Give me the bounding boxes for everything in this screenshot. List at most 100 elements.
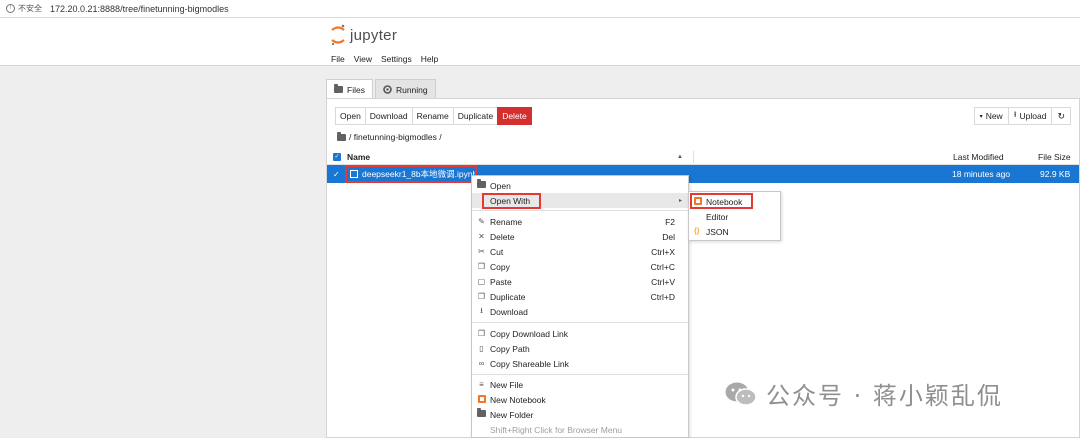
duplicate-icon: ❐ bbox=[477, 292, 486, 301]
submenu-item-label: Editor bbox=[706, 211, 729, 222]
sort-up-icon[interactable]: ▲ bbox=[677, 154, 683, 160]
menu-item-copy-download-link[interactable]: ❐ Copy Download Link bbox=[472, 326, 688, 341]
menu-item-label: Copy Shareable Link bbox=[490, 358, 569, 369]
table-row[interactable]: ✓ deepseekr1_8b本地微调.ipynb 18 minutes ago… bbox=[327, 165, 1079, 183]
json-icon: {} bbox=[694, 228, 700, 235]
menu-item-duplicate[interactable]: ❐ Duplicate Ctrl+D bbox=[472, 289, 688, 304]
menu-view[interactable]: View bbox=[354, 54, 372, 64]
file-list-header: ✓ Name ▲ Last Modified File Size bbox=[327, 149, 1079, 165]
menu-item-browser-menu-hint: Shift+Right Click for Browser Menu bbox=[472, 422, 688, 437]
menu-item-rename[interactable]: ✎ Rename F2 bbox=[472, 214, 688, 229]
submenu-item-json[interactable]: {} JSON bbox=[689, 224, 780, 239]
running-icon bbox=[383, 85, 392, 94]
caret-down-icon: ▾ bbox=[979, 113, 983, 120]
tab-files-label: Files bbox=[347, 84, 365, 95]
menu-item-label: Download bbox=[490, 306, 528, 317]
refresh-button[interactable]: ↻ bbox=[1051, 107, 1071, 125]
delete-button[interactable]: Delete bbox=[497, 107, 532, 125]
menu-help[interactable]: Help bbox=[421, 54, 438, 64]
menu-item-label: Cut bbox=[490, 246, 504, 257]
duplicate-button[interactable]: Duplicate bbox=[452, 107, 499, 125]
menu-item-label: Copy bbox=[490, 261, 510, 272]
upload-icon: ⭱ bbox=[1013, 110, 1017, 119]
watermark-text: 公众号 · 蒋小颖乱侃 bbox=[766, 382, 1003, 410]
menu-item-label: Paste bbox=[490, 276, 512, 287]
menu-item-download[interactable]: ⭳ Download bbox=[472, 304, 688, 319]
open-with-highlight-box bbox=[482, 193, 541, 209]
menu-item-paste[interactable]: ▢ Paste Ctrl+V bbox=[472, 274, 688, 289]
menu-item-copy[interactable]: ❐ Copy Ctrl+C bbox=[472, 259, 688, 274]
tab-bar: Files Running bbox=[326, 79, 436, 99]
menu-item-label: Copy Path bbox=[490, 343, 530, 354]
menu-item-label: Copy Download Link bbox=[490, 328, 568, 339]
jupyter-logo[interactable]: jupyter bbox=[330, 24, 397, 46]
menu-item-label: New Folder bbox=[490, 409, 534, 420]
menu-item-label: Duplicate bbox=[490, 291, 526, 302]
column-file-size[interactable]: File Size bbox=[1038, 152, 1071, 162]
file-toolbar: Open Download Rename Duplicate Delete bbox=[335, 107, 532, 125]
menu-item-new-file[interactable]: ≡ New File bbox=[472, 377, 688, 392]
select-all-checkbox[interactable]: ✓ bbox=[333, 153, 341, 161]
security-warning[interactable]: ! 不安全 bbox=[6, 3, 42, 14]
column-name[interactable]: Name bbox=[347, 152, 370, 162]
menu-item-copy-path[interactable]: ▯ Copy Path bbox=[472, 341, 688, 356]
tab-running[interactable]: Running bbox=[374, 79, 436, 99]
refresh-icon: ↻ bbox=[1057, 110, 1065, 121]
shortcut-label: F2 bbox=[665, 216, 675, 227]
upload-button[interactable]: ⭱ Upload bbox=[1007, 107, 1053, 125]
new-button-label: New bbox=[985, 111, 1003, 121]
context-menu: Open Open With ▸ ✎ Rename F2 ✕ Delete De… bbox=[471, 175, 689, 438]
browser-address-bar[interactable]: ! 不安全 172.20.0.21:8888/tree/finetunning-… bbox=[0, 0, 1080, 18]
link-icon: ∞ bbox=[478, 359, 485, 368]
download-icon: ⭳ bbox=[480, 305, 483, 315]
jupyter-logo-icon bbox=[330, 24, 346, 46]
open-with-submenu: Notebook Editor {} JSON bbox=[688, 191, 781, 241]
folder-icon bbox=[334, 84, 343, 93]
shortcut-label: Ctrl+C bbox=[650, 261, 675, 272]
url-text[interactable]: 172.20.0.21:8888/tree/finetunning-bigmod… bbox=[50, 4, 229, 14]
folder-icon[interactable] bbox=[337, 131, 346, 141]
column-last-modified[interactable]: Last Modified bbox=[953, 152, 1004, 162]
shortcut-label: Ctrl+V bbox=[651, 276, 675, 287]
menu-item-delete[interactable]: ✕ Delete Del bbox=[472, 229, 688, 244]
menu-settings[interactable]: Settings bbox=[381, 54, 412, 64]
breadcrumb-path[interactable]: / finetunning-bigmodles / bbox=[349, 132, 442, 142]
rename-button[interactable]: Rename bbox=[411, 107, 454, 125]
jupyter-header: jupyter File View Settings Help bbox=[0, 18, 1080, 66]
right-toolbar: ▾ New ⭱ Upload ↻ bbox=[973, 107, 1071, 125]
folder-icon bbox=[477, 408, 486, 419]
wechat-icon bbox=[724, 381, 758, 407]
download-button[interactable]: Download bbox=[364, 107, 413, 125]
pencil-icon: ✎ bbox=[478, 217, 485, 226]
menu-file[interactable]: File bbox=[331, 54, 345, 64]
menu-item-label: New Notebook bbox=[490, 394, 546, 405]
menu-separator bbox=[472, 374, 688, 375]
menu-item-label: New File bbox=[490, 379, 524, 390]
copy-icon: ❐ bbox=[477, 329, 486, 338]
menu-item-new-notebook[interactable]: New Notebook bbox=[472, 392, 688, 407]
menu-item-label: Shift+Right Click for Browser Menu bbox=[490, 424, 623, 435]
submenu-item-label: JSON bbox=[706, 226, 729, 237]
tab-files[interactable]: Files bbox=[326, 79, 373, 99]
menu-item-open[interactable]: Open bbox=[472, 178, 688, 193]
tab-running-label: Running bbox=[395, 84, 428, 95]
open-button[interactable]: Open bbox=[335, 107, 366, 125]
notebook-icon bbox=[477, 394, 486, 405]
shortcut-label: Del bbox=[662, 231, 675, 242]
new-button[interactable]: ▾ New bbox=[973, 107, 1009, 125]
chevron-right-icon: ▸ bbox=[678, 198, 682, 204]
jupyter-logo-text: jupyter bbox=[350, 26, 398, 44]
submenu-item-editor[interactable]: Editor bbox=[689, 209, 780, 224]
menu-item-copy-shareable-link[interactable]: ∞ Copy Shareable Link bbox=[472, 356, 688, 371]
menu-item-new-folder[interactable]: New Folder bbox=[472, 407, 688, 422]
file-icon: ▯ bbox=[479, 344, 484, 353]
menu-item-label: Open bbox=[490, 180, 511, 191]
close-icon: ✕ bbox=[478, 232, 485, 241]
check-icon[interactable]: ✓ bbox=[333, 170, 340, 179]
menu-item-label: Delete bbox=[490, 231, 515, 242]
menu-item-label: Rename bbox=[490, 216, 523, 227]
watermark: 公众号 · 蒋小颖乱侃 bbox=[724, 376, 1003, 411]
menu-item-cut[interactable]: ✂ Cut Ctrl+X bbox=[472, 244, 688, 259]
folder-icon bbox=[477, 179, 486, 190]
file-modified: 18 minutes ago bbox=[952, 169, 1011, 179]
